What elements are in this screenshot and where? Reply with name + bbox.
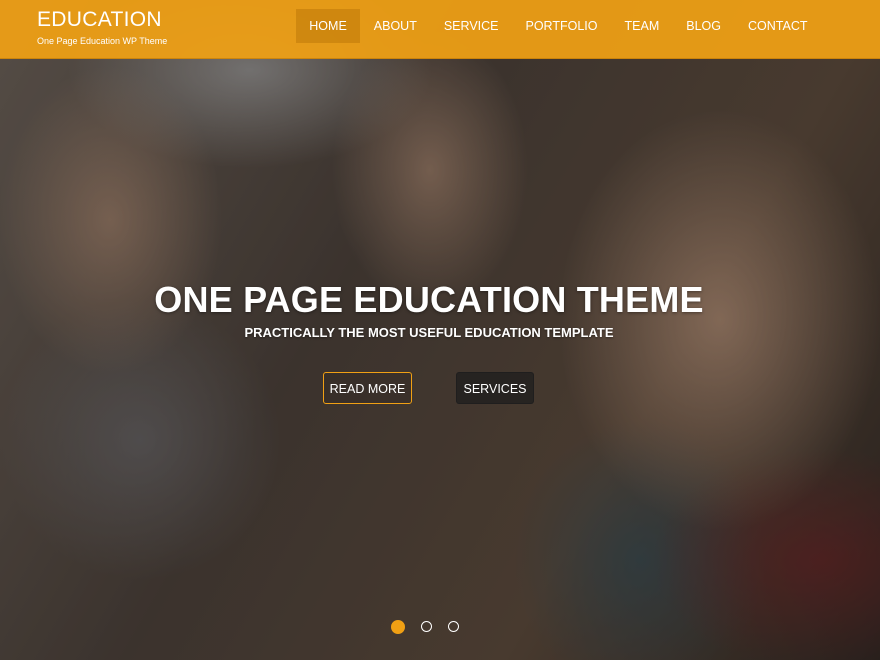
- slider-pagination: [391, 620, 459, 634]
- site-header: EDUCATION One Page Education WP Theme HO…: [0, 0, 880, 59]
- page: EDUCATION One Page Education WP Theme HO…: [0, 0, 880, 660]
- hero-subtitle: PRACTICALLY THE MOST USEFUL EDUCATION TE…: [244, 325, 614, 340]
- nav-item-home[interactable]: HOME: [295, 9, 361, 43]
- site-tagline: One Page Education WP Theme: [37, 36, 168, 46]
- slider-dot-3[interactable]: [448, 621, 459, 632]
- nav-item-about[interactable]: ABOUT: [360, 9, 430, 43]
- nav-item-portfolio[interactable]: PORTFOLIO: [512, 9, 611, 43]
- nav-item-team[interactable]: TEAM: [611, 9, 673, 43]
- nav-item-service[interactable]: SERVICE: [430, 9, 512, 43]
- hero-title: ONE PAGE EDUCATION THEME: [154, 279, 704, 321]
- services-button[interactable]: SERVICES: [456, 372, 534, 404]
- read-more-button[interactable]: READ MORE: [323, 372, 412, 404]
- slider-dot-2[interactable]: [421, 621, 432, 632]
- site-title[interactable]: EDUCATION: [37, 8, 167, 32]
- nav-item-contact[interactable]: CONTACT: [735, 9, 822, 43]
- slider-dot-1[interactable]: [391, 620, 405, 634]
- main-nav: HOME ABOUT SERVICE PORTFOLIO TEAM BLOG C…: [295, 9, 822, 43]
- brand[interactable]: EDUCATION One Page Education WP Theme: [37, 8, 167, 47]
- nav-item-blog[interactable]: BLOG: [673, 9, 735, 43]
